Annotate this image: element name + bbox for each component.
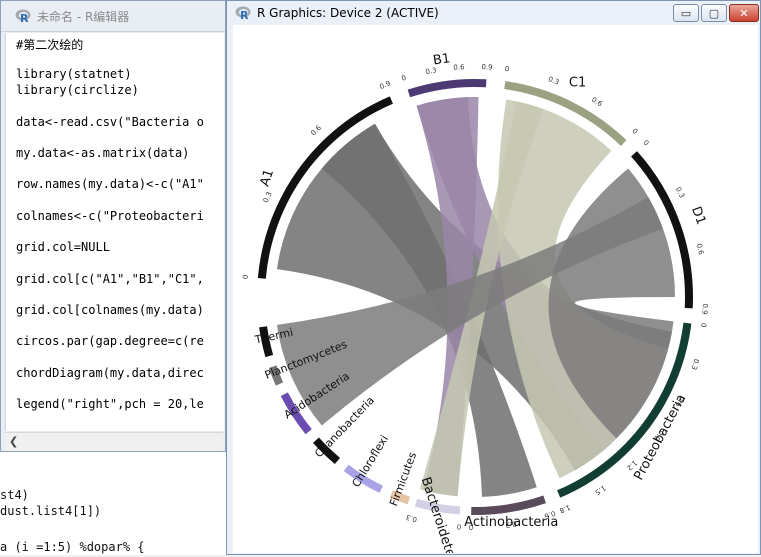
- code-line: grid.col[c("A1","B1","C1",: [16, 271, 204, 286]
- tick-label: 1.8: [558, 503, 571, 515]
- close-button[interactable]: ✕: [729, 4, 759, 22]
- code-line: circos.par(gap.degree=c(re: [16, 334, 204, 349]
- sector-arc: [407, 79, 487, 98]
- sector-label: B1: [432, 51, 451, 68]
- tick-label: 0.3: [674, 186, 686, 200]
- tick-label: 0: [242, 274, 250, 279]
- code-line: #第二次绘的: [16, 38, 84, 52]
- code-line: my.data<-as.matrix(data): [16, 145, 190, 160]
- code-line: library(circlize): [16, 83, 139, 98]
- console-line: dust.list4[1]): [0, 504, 102, 518]
- maximize-button[interactable]: ▢: [701, 4, 727, 22]
- tick-label: 0.9: [378, 79, 391, 91]
- tick-label: 0.6: [590, 96, 604, 109]
- tick-label: 0.9: [481, 63, 493, 72]
- tick-label: 0.3: [689, 358, 700, 371]
- sector-arc: [471, 495, 546, 515]
- tick-label: 0: [401, 74, 408, 83]
- tick-label: 0.6: [309, 124, 323, 138]
- tick-label: 0.3: [262, 191, 274, 205]
- tick-label: 0.6: [453, 63, 465, 72]
- sector-label: C1: [569, 76, 586, 91]
- r-logo-icon: R: [15, 9, 31, 23]
- code-area[interactable]: #第二次绘的 library(statnet) library(circlize) d…: [5, 33, 224, 431]
- horizontal-scrollbar[interactable]: ❮: [5, 432, 223, 451]
- tick-label: 0.3: [405, 513, 418, 524]
- sector-label: D1: [688, 205, 708, 227]
- sector-label: Actinobacteria: [464, 515, 558, 530]
- tick-label: 0: [504, 65, 510, 74]
- r-logo-icon: R: [235, 6, 251, 20]
- code-line: library(statnet): [16, 67, 132, 82]
- tick-label: 1.5: [593, 484, 607, 497]
- r-graphics-window: R R Graphics: Device 2 (ACTIVE) ▭ ▢ ✕ 00…: [226, 0, 761, 557]
- tick-label: 0: [641, 139, 650, 148]
- chord-diagram: 0 0.3 0.6 0.9 A1 0 0.3 0.6 0.9 B1 0 0.3 0.6 0 C1 0 0.3 0.…: [242, 51, 709, 557]
- tick-label: 0.6: [695, 243, 705, 256]
- svg-text:R: R: [240, 9, 249, 20]
- code-line: legend("right",pch = 20,le: [16, 397, 204, 412]
- tick-label: 0: [456, 522, 461, 530]
- code-line: grid.col=NULL: [16, 240, 110, 255]
- code-line: colnames<-c("Proteobacteri: [16, 208, 204, 223]
- plot-canvas: 0 0.3 0.6 0.9 A1 0 0.3 0.6 0.9 B1 0 0.3 0.6 0 C1 0 0.3 0.…: [233, 25, 758, 557]
- code-line: grid.col[colnames(my.data): [16, 302, 204, 317]
- editor-titlebar[interactable]: R 未命名 - R编辑器: [1, 1, 225, 32]
- tick-label: 0.3: [547, 75, 560, 86]
- svg-text:R: R: [20, 12, 29, 23]
- minimize-button[interactable]: ▭: [673, 4, 699, 22]
- code-line: row.names(my.data)<-c("A1": [16, 177, 204, 192]
- scroll-left-icon[interactable]: ❮: [9, 435, 18, 448]
- graphics-title: R Graphics: Device 2 (ACTIVE): [257, 6, 439, 20]
- console-line: a (i =1:5) %dopar% {: [0, 540, 145, 554]
- tick-label: 0: [630, 127, 639, 136]
- sector-label: A1: [258, 167, 278, 188]
- code-line: data<-read.csv("Bacteria o: [16, 114, 204, 129]
- editor-title: 未命名 - R编辑器: [37, 9, 130, 24]
- tick-label: 0.9: [700, 303, 709, 315]
- code-line: chordDiagram(my.data,direc: [16, 365, 204, 380]
- tick-label: 0: [699, 322, 707, 327]
- r-editor-window: R 未命名 - R编辑器 #第二次绘的 library(statnet) libra…: [0, 0, 226, 452]
- console-line: st4): [0, 488, 29, 502]
